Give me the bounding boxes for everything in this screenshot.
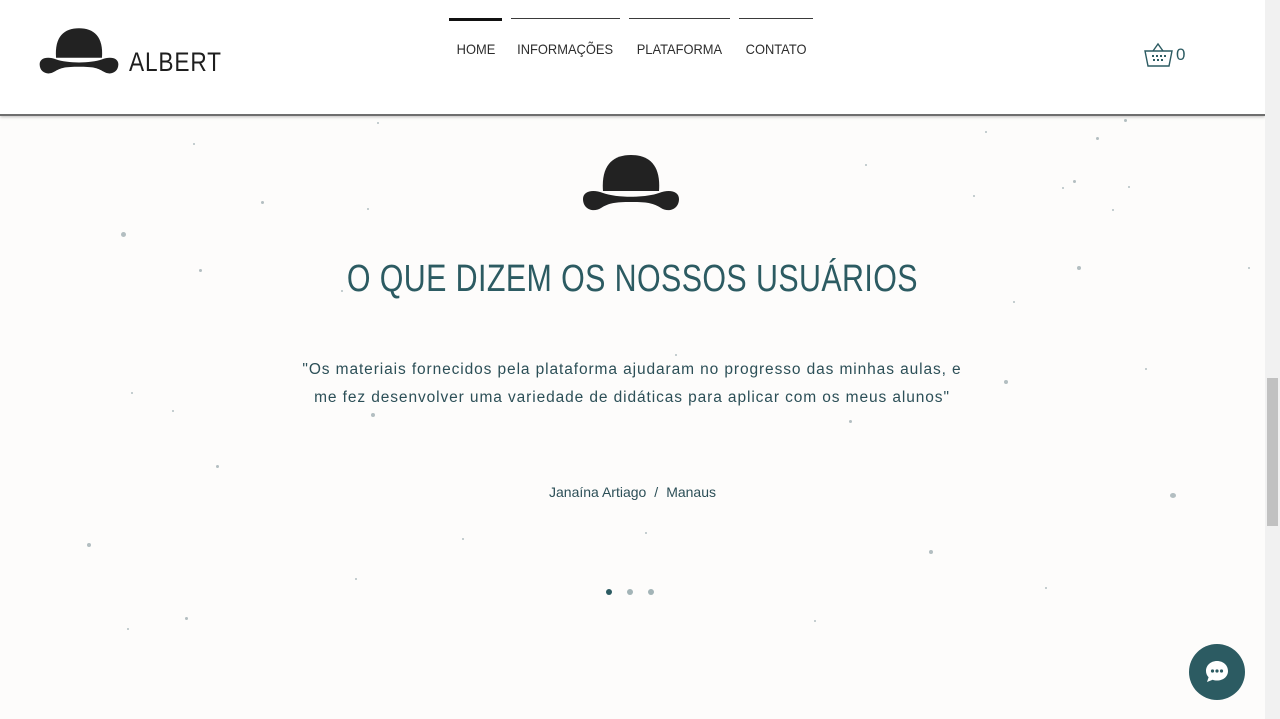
- slide-dot-2[interactable]: [627, 589, 633, 595]
- cart-count: 0: [1176, 45, 1186, 64]
- bowler-hat-icon: [39, 28, 119, 74]
- chat-bubble-icon: [1206, 661, 1228, 682]
- brand-logo[interactable]: ALBERT: [38, 26, 240, 78]
- brand-name: ALBERT: [129, 46, 222, 77]
- slide-dot-3[interactable]: [648, 589, 654, 595]
- site-header: ALBERT HOME INFORMAÇÕES PLATAFORMA CONTA…: [0, 0, 1265, 116]
- author-city: Manaus: [666, 484, 716, 500]
- nav-item-informacoes[interactable]: INFORMAÇÕES: [511, 18, 620, 59]
- nav-item-label: INFORMAÇÕES: [517, 41, 614, 57]
- main-nav: HOME INFORMAÇÕES PLATAFORMA CONTATO: [449, 18, 813, 61]
- nav-item-label: HOME: [456, 41, 495, 57]
- section-heading: O QUE DIZEM OS NOSSOS USUÁRIOS: [346, 258, 918, 300]
- cart-button[interactable]: 0: [1144, 42, 1185, 68]
- slide-dot-1[interactable]: [606, 589, 612, 595]
- testimonial-quote: "Os materiais fornecidos pela plataforma…: [302, 361, 962, 406]
- page-scrollbar[interactable]: [1265, 0, 1280, 719]
- nav-item-label: CONTATO: [745, 41, 807, 57]
- chat-button[interactable]: [1189, 644, 1245, 700]
- nav-item-label: PLATAFORMA: [636, 41, 723, 57]
- shopping-basket-icon: [1144, 42, 1173, 67]
- page: ALBERT HOME INFORMAÇÕES PLATAFORMA CONTA…: [0, 0, 1265, 719]
- author-name: Janaína Artiago: [549, 484, 647, 500]
- nav-item-plataforma[interactable]: PLATAFORMA: [629, 18, 730, 59]
- nav-item-home[interactable]: HOME: [449, 18, 502, 61]
- nav-item-contato[interactable]: CONTATO: [739, 18, 813, 59]
- slider-pagination: [606, 589, 669, 595]
- author-separator: /: [654, 484, 659, 500]
- testimonial-author: Janaína Artiago / Manaus: [0, 484, 1265, 500]
- scrollbar-thumb[interactable]: [1267, 378, 1278, 526]
- bowler-hat-icon: [583, 155, 679, 211]
